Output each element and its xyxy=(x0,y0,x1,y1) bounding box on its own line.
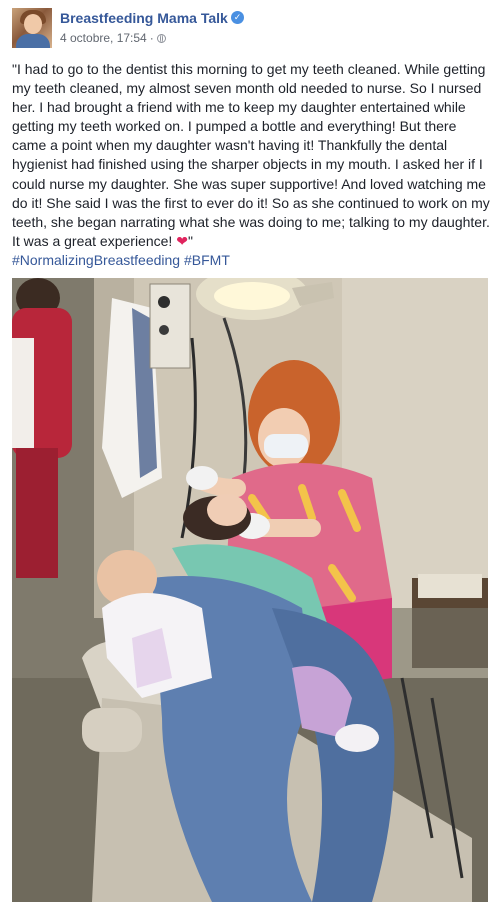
post-photo[interactable] xyxy=(12,278,488,902)
post-body-text-end: " xyxy=(187,232,193,249)
globe-icon[interactable] xyxy=(156,34,166,43)
dentist-office-photo xyxy=(12,278,488,902)
hashtags: #NormalizingBreastfeeding #BFMT xyxy=(12,251,490,270)
hashtag-normalizing-breastfeeding[interactable]: #NormalizingBreastfeeding xyxy=(12,252,180,268)
post-body-text: "I had to go to the dentist this morning… xyxy=(12,61,490,249)
verified-badge-icon: ✓ xyxy=(231,11,244,24)
post-meta: 4 octobre, 17:54 · xyxy=(60,31,166,45)
post-text: "I had to go to the dentist this morning… xyxy=(12,60,490,270)
post-header: Breastfeeding Mama Talk ✓ 4 octobre, 17:… xyxy=(12,8,482,48)
page-name-link[interactable]: Breastfeeding Mama Talk xyxy=(60,10,228,26)
hashtag-bfmt[interactable]: #BFMT xyxy=(184,252,230,268)
heart-emoji-icon: ❤ xyxy=(176,232,188,249)
post-timestamp[interactable]: 4 octobre, 17:54 xyxy=(60,31,147,45)
page-avatar[interactable] xyxy=(12,8,52,48)
meta-separator: · xyxy=(149,31,154,45)
